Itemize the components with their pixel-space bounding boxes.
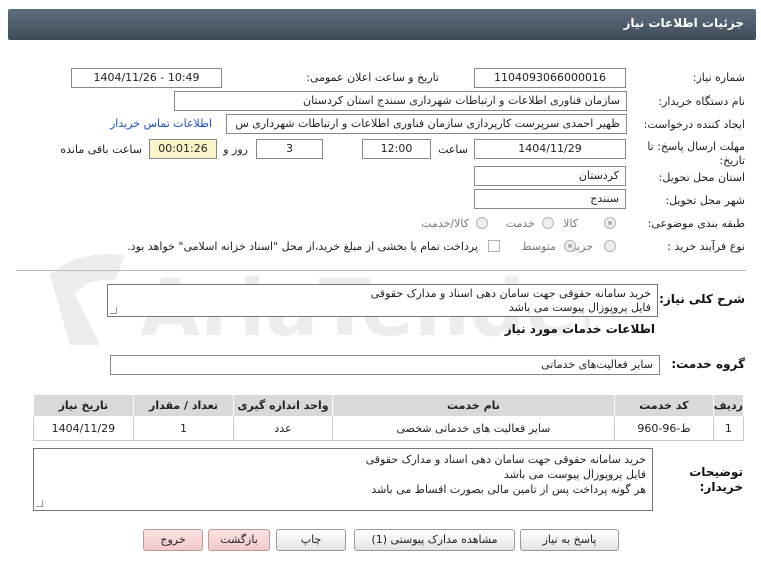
treasury-payment-note: پرداخت تمام یا بخشی از مبلغ خرید،از محل …	[127, 240, 478, 253]
col-name-header: نام خدمت	[331, 394, 616, 417]
creator-label: ایجاد کننده درخواست:	[643, 118, 745, 131]
summary-label: شرح کلی نیاز:	[659, 292, 745, 306]
buyer-org-label: نام دستگاه خریدار:	[658, 95, 745, 108]
buyer-notes-textarea[interactable]: خرید سامانه حقوقی جهت سامان دهی اسناد و …	[33, 448, 653, 511]
process-option-medium: متوسط	[521, 240, 556, 253]
cell-code: ط-96-960	[614, 416, 714, 441]
buyer-contact-link[interactable]: اطلاعات تماس خریدار	[110, 117, 212, 130]
summary-line-1: خرید سامانه حقوقی جهت سامان دهی اسناد و …	[370, 287, 651, 300]
need-number-field[interactable]: 1104093066000016	[474, 68, 626, 88]
view-attachments-button[interactable]: مشاهده مدارک پیوستی (1)	[354, 529, 515, 551]
summary-line-2: فایل پروپوزال پیوست می باشد	[508, 301, 651, 314]
province-label: استان محل تحویل:	[658, 171, 745, 184]
category-radio-both[interactable]	[476, 217, 488, 229]
exit-button[interactable]: خروج	[143, 529, 203, 551]
deadline-date-label: تاریخ:	[719, 154, 745, 167]
buyer-notes-label: توضیحات	[689, 465, 743, 479]
category-option-service: خدمت	[505, 217, 535, 230]
category-option-both: کالا/خدمت	[421, 217, 469, 230]
announce-datetime-field[interactable]: 1404/11/26 - 10:49	[71, 68, 222, 88]
category-label: طبقه بندی موضوعی:	[647, 217, 745, 230]
category-radio-goods[interactable]	[604, 217, 616, 229]
category-option-goods: کالا	[563, 217, 578, 230]
separator	[16, 270, 746, 271]
table-row: 1 ط-96-960 سایر فعالیت های خدماتی شخصی ع…	[33, 416, 745, 441]
services-section-title: اطلاعات خدمات مورد نیاز	[504, 322, 655, 336]
days-label: روز و	[223, 143, 248, 156]
page-title: جزئیات اطلاعات نیاز	[623, 16, 744, 30]
process-radio-medium[interactable]	[564, 240, 576, 252]
buyer-notes-label-2: خریدار:	[699, 480, 743, 494]
announce-label: تاریخ و ساعت اعلان عمومی:	[306, 71, 439, 84]
col-unit-header: واحد اندازه گیری	[233, 394, 333, 417]
remaining-time-field: 00:01:26	[149, 139, 217, 159]
back-button[interactable]: بازگشت	[208, 529, 270, 551]
cell-date: 1404/11/29	[33, 416, 134, 441]
col-code-header: کد خدمت	[614, 394, 714, 417]
col-qty-header: تعداد / مقدار	[132, 394, 235, 417]
service-group-label: گروه خدمت:	[671, 357, 745, 371]
buyer-notes-line-1: خرید سامانه حقوقی جهت سامان دهی اسناد و …	[365, 453, 646, 466]
city-label: شهر محل تحویل:	[665, 194, 745, 207]
remaining-label: ساعت باقی مانده	[60, 143, 142, 156]
services-table-header: ردیف کد خدمت نام خدمت واحد اندازه گیری ت…	[33, 394, 745, 417]
print-button[interactable]: چاپ	[276, 529, 346, 551]
need-number-label: شماره نیاز:	[692, 71, 745, 84]
col-row-header: ردیف	[712, 394, 745, 417]
reply-button[interactable]: پاسخ به نیاز	[520, 529, 619, 551]
cell-qty: 1	[132, 416, 235, 441]
buyer-notes-line-3: هر گونه پرداخت پس از تامین مالی بصورت اق…	[371, 483, 646, 496]
treasury-payment-checkbox[interactable]	[488, 240, 500, 252]
buyer-org-field[interactable]: سازمان فناوری اطلاعات و ارتباطات شهرداری…	[174, 91, 627, 111]
days-remaining-field[interactable]: 3	[256, 139, 323, 159]
page-header: جزئیات اطلاعات نیاز	[8, 9, 756, 40]
process-label: نوع فرآیند خرید :	[667, 240, 745, 253]
resize-handle-icon[interactable]	[36, 500, 43, 507]
province-field[interactable]: کردستان	[474, 166, 626, 186]
resize-handle-icon[interactable]	[110, 307, 117, 314]
cell-name: سایر فعالیت های خدماتی شخصی	[331, 416, 616, 441]
deadline-date-field[interactable]: 1404/11/29	[474, 139, 626, 159]
deadline-time-field[interactable]: 12:00	[362, 139, 431, 159]
deadline-label: مهلت ارسال پاسخ: تا	[647, 140, 745, 153]
col-date-header: تاریخ نیاز	[33, 394, 134, 417]
process-radio-minor[interactable]	[604, 240, 616, 252]
summary-textarea[interactable]: خرید سامانه حقوقی جهت سامان دهی اسناد و …	[107, 284, 658, 317]
buyer-notes-line-2: فایل پروپوزال پیوست می باشد	[503, 468, 646, 481]
cell-unit: عدد	[233, 416, 333, 441]
service-group-field[interactable]: سایر فعالیت‌های خدماتی	[110, 355, 660, 375]
cell-row: 1	[712, 416, 745, 441]
creator-field[interactable]: ظهیر احمدی سرپرست کارپردازی سازمان فناور…	[226, 114, 627, 134]
city-field[interactable]: سنندج	[474, 189, 626, 209]
deadline-time-label: ساعت	[438, 143, 468, 156]
services-table: ردیف کد خدمت نام خدمت واحد اندازه گیری ت…	[33, 394, 745, 441]
category-radio-service[interactable]	[542, 217, 554, 229]
